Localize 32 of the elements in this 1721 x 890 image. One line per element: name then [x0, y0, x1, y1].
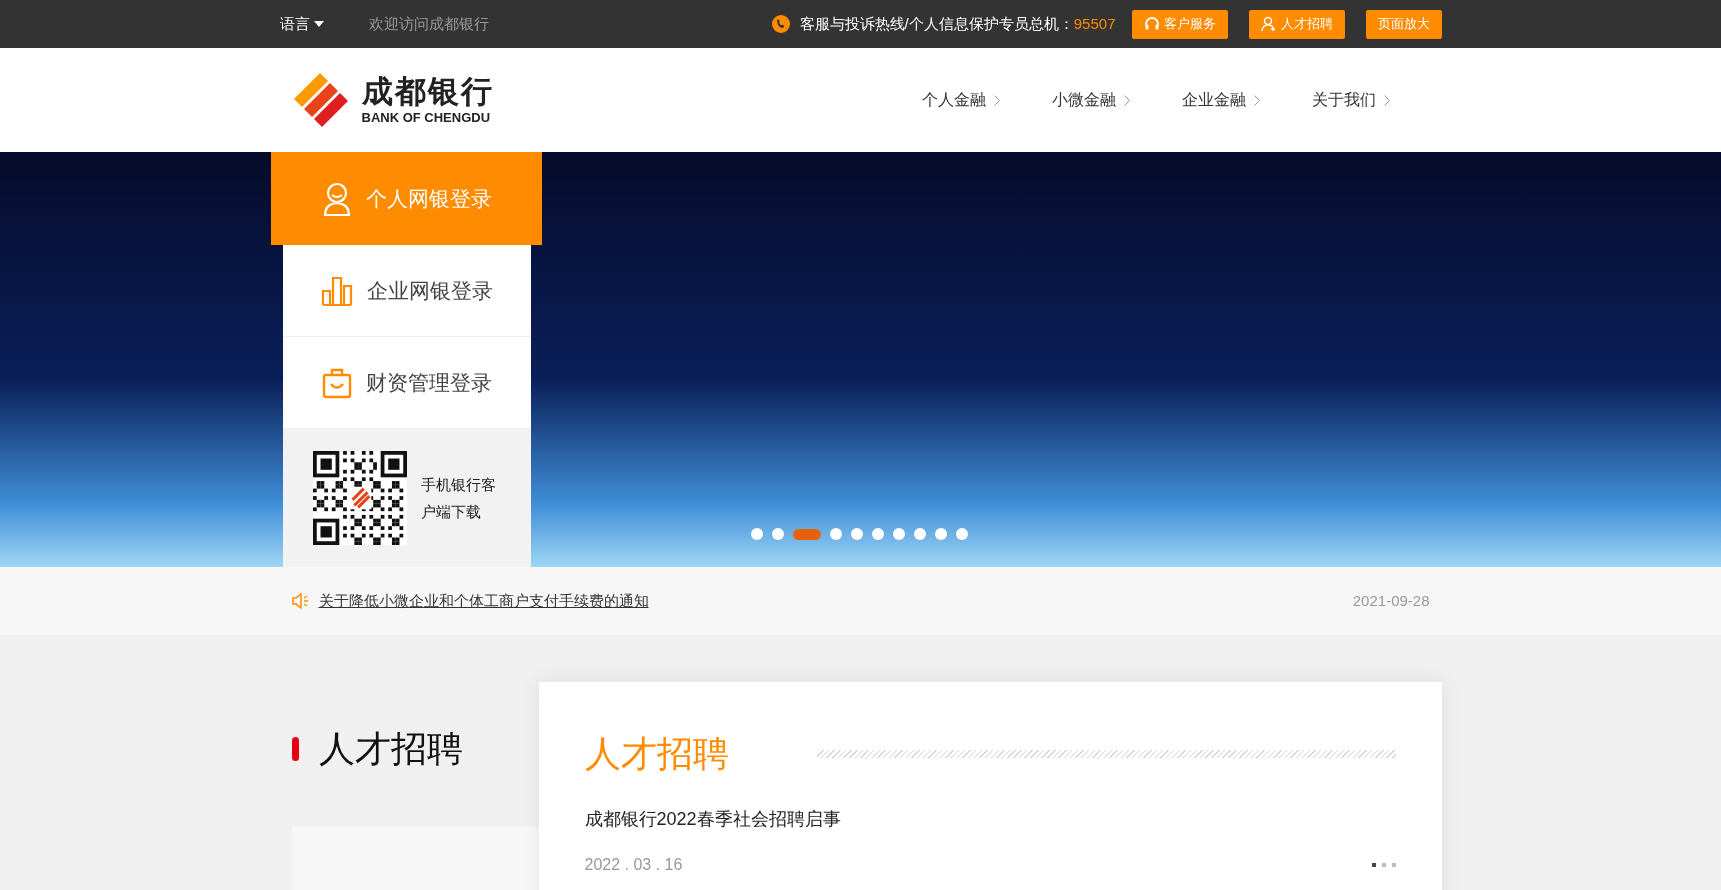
section-title: 人才招聘	[318, 727, 463, 771]
chevron-icon	[1383, 94, 1390, 106]
caret-icon	[313, 21, 324, 27]
chevron-icon	[993, 94, 1000, 106]
language-dropdown[interactable]: 语言	[279, 12, 324, 36]
notice-link[interactable]: 关于降低小微企业和个体工商户支付手续费的通知	[318, 589, 649, 613]
logo-name: 成都银行	[361, 74, 494, 110]
chevron-icon	[1123, 94, 1130, 106]
bar-chart-icon	[320, 275, 353, 306]
section-marker	[291, 737, 299, 761]
chevron-icon	[1253, 94, 1260, 106]
hotline-label: 客服与投诉热线/个人信息保护专员总机：	[799, 13, 1074, 34]
phone-icon	[771, 15, 790, 33]
hotline-number[interactable]: 95507	[1073, 12, 1116, 36]
speaker-icon	[291, 593, 309, 609]
login-menu-item[interactable]: 企业网银登录	[282, 245, 531, 337]
nav-link[interactable]: 企业金融	[1181, 88, 1260, 112]
person-icon	[321, 181, 352, 216]
app-download-text: 手机银行客户端下载	[420, 475, 497, 522]
login-menu-item[interactable]: 财资管理登录	[282, 337, 531, 429]
shopping-bag-icon	[321, 366, 352, 399]
nav-link[interactable]: 个人金融	[921, 88, 1000, 112]
posting-date: 2022 . 03 . 16	[584, 855, 683, 875]
logo-subtitle: BANK OF CHENGDU	[361, 110, 492, 126]
person-icon	[1260, 16, 1277, 32]
headset-icon	[1143, 16, 1160, 32]
welcome-text: 欢迎访问成都银行	[368, 13, 489, 34]
card-title: 人才招聘	[584, 732, 730, 776]
job-posting-link[interactable]: 成都银行2022春季社会招聘启事	[584, 806, 1396, 833]
nav-link[interactable]: 关于我们	[1311, 88, 1390, 112]
notice-date: 2021-09-28	[1352, 590, 1430, 611]
nav-link[interactable]: 小微金融	[1051, 88, 1130, 112]
